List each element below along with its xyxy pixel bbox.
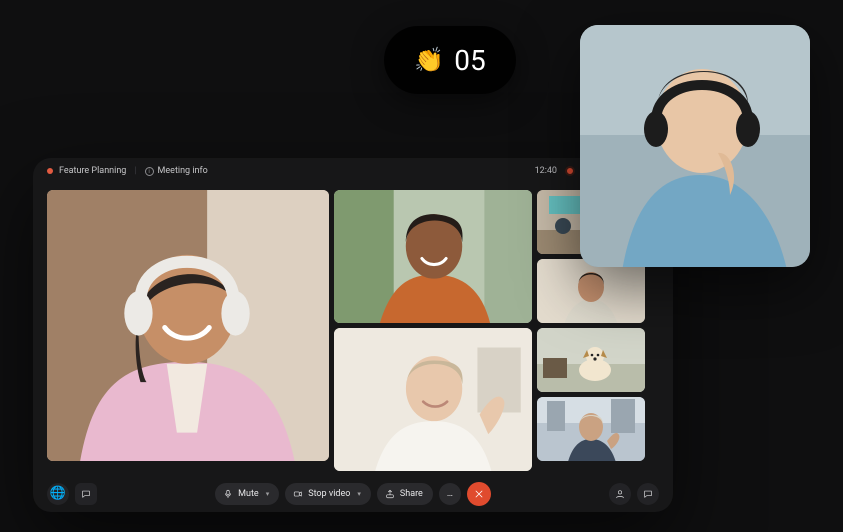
participants-icon <box>615 489 625 499</box>
reaction-badge: 👏 05 <box>384 26 516 94</box>
window-titlebar: Feature Planning | i Meeting info 12:40 <box>33 158 673 184</box>
camera-icon <box>293 489 303 499</box>
reaction-count: 05 <box>454 44 485 77</box>
mic-icon <box>223 489 233 499</box>
info-icon: i <box>145 167 154 176</box>
meeting-window: Feature Planning | i Meeting info 12:40 <box>33 158 673 512</box>
video-tile-small-2[interactable] <box>537 259 645 323</box>
video-tile-main[interactable] <box>47 190 329 461</box>
mute-button[interactable]: Mute ▾ <box>215 483 279 505</box>
video-tile-medium-1[interactable] <box>334 190 532 323</box>
clap-emoji: 👏 <box>414 46 444 74</box>
globe-icon: 🌐 <box>50 486 66 501</box>
video-tile-small-3[interactable] <box>537 328 645 392</box>
meeting-time: 12:40 <box>535 166 557 176</box>
floating-participant-card <box>580 25 810 267</box>
more-button[interactable]: … <box>439 483 461 505</box>
chat-icon <box>643 489 653 499</box>
mute-label: Mute <box>238 489 259 499</box>
language-button[interactable]: 🌐 <box>47 483 69 505</box>
share-icon <box>385 489 395 499</box>
meeting-status-dot <box>47 168 53 174</box>
meeting-title: Feature Planning <box>59 166 126 176</box>
titlebar-separator: | <box>134 166 136 176</box>
meeting-info-button[interactable]: i Meeting info <box>145 166 208 176</box>
chat-toggle-button[interactable] <box>75 483 97 505</box>
stop-video-button[interactable]: Stop video ▾ <box>285 483 371 505</box>
chevron-down-icon: ▾ <box>266 490 270 498</box>
participant-video <box>580 25 810 267</box>
meeting-info-label: Meeting info <box>158 166 208 176</box>
video-grid <box>33 184 673 475</box>
control-bar: 🌐 Mute ▾ Stop video ▾ Share … <box>33 475 673 512</box>
chat-panel-button[interactable] <box>637 483 659 505</box>
video-tile-small-4[interactable] <box>537 397 645 461</box>
share-label: Share <box>400 489 423 499</box>
stop-video-label: Stop video <box>308 489 350 499</box>
chat-icon <box>81 489 91 499</box>
video-tile-medium-2[interactable] <box>334 328 532 471</box>
end-call-button[interactable] <box>467 482 491 506</box>
share-button[interactable]: Share <box>377 483 433 505</box>
more-icon: … <box>447 489 453 499</box>
participants-button[interactable] <box>609 483 631 505</box>
chevron-down-icon: ▾ <box>357 490 361 498</box>
end-call-icon <box>473 488 485 500</box>
record-indicator <box>565 166 575 176</box>
